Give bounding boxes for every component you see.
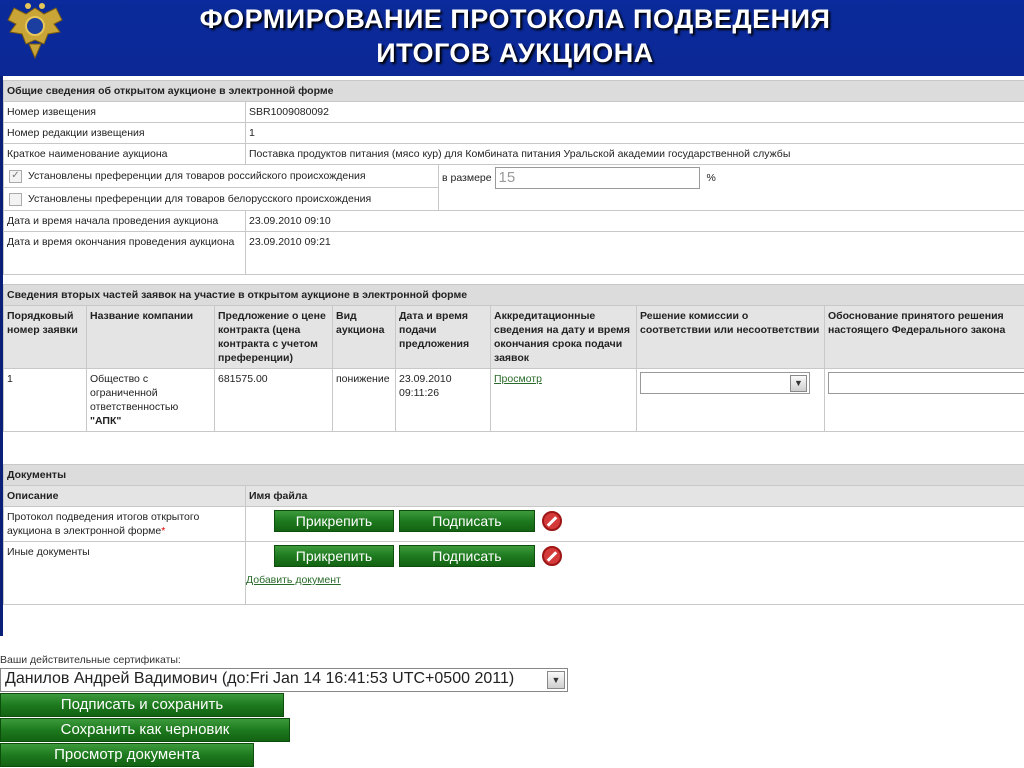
general-info-table: Общие сведения об открытом аукционе в эл…	[3, 80, 1024, 275]
attach-other-button[interactable]: Прикрепить	[274, 545, 394, 567]
certificate-select[interactable]: Данилов Андрей Вадимович (до:Fri Jan 14 …	[0, 668, 568, 692]
start-date-row: Дата и время начала проведения аукциона …	[3, 210, 1024, 232]
column-header-date: Дата и время подачи предложения	[395, 305, 491, 369]
decision-select[interactable]: ▼	[640, 372, 810, 394]
preference-belarus-label: Установлены преференции для товаров бело…	[28, 193, 372, 205]
revision-number-value: 1	[245, 122, 1024, 144]
document-row-protocol: Протокол подведения итогов открытого аук…	[3, 506, 1024, 542]
preference-size-cell: в размере 15 %	[438, 164, 1024, 211]
documents-panel: Документы Описание Имя файла Протокол по…	[2, 464, 1024, 605]
applications-heading-row: Сведения вторых частей заявок на участие…	[2, 284, 1024, 306]
column-header-type: Вид аукциона	[332, 305, 396, 369]
column-header-number: Порядковый номер заявки	[3, 305, 87, 369]
preference-size-label: в размере	[442, 171, 492, 184]
applications-heading: Сведения вторых частей заявок на участие…	[2, 284, 1024, 306]
preference-russia-row: ✓ Установлены преференции для товаров рос…	[3, 164, 1024, 211]
column-header-decision: Решение комиссии о соответствии или несо…	[636, 305, 825, 369]
preference-size-input[interactable]: 15	[494, 167, 700, 189]
auction-name-row: Краткое наименование аукциона Поставка п…	[3, 143, 1024, 165]
table-row: 1 Общество с ограниченной ответственност…	[3, 368, 1024, 432]
preference-russia-label: Установлены преференции для товаров росс…	[28, 170, 366, 182]
document-row-other: Иные документы Прикрепить Подписать Доба…	[3, 541, 1024, 605]
documents-table: Документы Описание Имя файла Протокол по…	[2, 464, 1024, 605]
column-header-description: Описание	[3, 485, 246, 507]
applications-panel: Сведения вторых частей заявок на участие…	[2, 284, 1024, 432]
sign-protocol-button[interactable]: Подписать	[398, 510, 535, 532]
form-content: Общие сведения об открытом аукционе в эл…	[0, 76, 1024, 768]
save-draft-button[interactable]: Сохранить как черновик	[0, 718, 290, 742]
document-other-actions: Прикрепить Подписать Добавить документ	[244, 541, 1024, 605]
notice-number-value: SBR1009080092	[245, 101, 1024, 123]
sign-other-button[interactable]: Подписать	[398, 545, 535, 567]
end-date-label: Дата и время окончания проведения аукцио…	[3, 231, 246, 275]
add-document-link[interactable]: Добавить документ	[246, 574, 341, 586]
start-date-value: 23.09.2010 09:10	[245, 210, 1024, 232]
end-date-value: 23.09.2010 09:21	[245, 231, 1024, 275]
document-protocol-description: Протокол подведения итогов открытого аук…	[3, 506, 246, 542]
chevron-down-icon[interactable]: ▼	[547, 671, 565, 689]
application-price: 681575.00	[214, 368, 333, 432]
add-document-container: Добавить документ	[246, 573, 1024, 601]
general-info-heading-row: Общие сведения об открытом аукционе в эл…	[3, 80, 1024, 102]
start-date-label: Дата и время начала проведения аукциона	[3, 210, 246, 232]
revision-number-label: Номер редакции извещения	[3, 122, 246, 144]
chevron-down-icon[interactable]: ▼	[790, 375, 807, 392]
application-reason-cell	[823, 368, 1024, 432]
notice-number-label: Номер извещения	[3, 101, 246, 123]
general-info-panel: Общие сведения об открытом аукционе в эл…	[3, 80, 1024, 275]
page-title: ФОРМИРОВАНИЕ ПРОТОКОЛА ПОДВЕДЕНИЯ ИТОГОВ…	[90, 2, 940, 70]
application-company: Общество с ограниченной ответственностью	[90, 373, 179, 413]
document-protocol-actions: Прикрепить Подписать	[244, 506, 1024, 542]
column-header-reason: Обоснование принятого решения настоящего…	[823, 305, 1024, 369]
column-header-filename: Имя файла	[244, 485, 1024, 507]
general-info-heading: Общие сведения об открытом аукционе в эл…	[3, 80, 1024, 102]
preference-belarus-checkbox[interactable]	[9, 192, 22, 206]
required-marker: *	[161, 525, 166, 537]
reason-input[interactable]	[828, 372, 1024, 394]
preview-document-button[interactable]: Просмотр документа	[0, 743, 254, 767]
delete-icon[interactable]	[541, 546, 562, 566]
application-company-cell: Общество с ограниченной ответственностью…	[86, 368, 215, 432]
document-protocol-label: Протокол подведения итогов открытого аук…	[7, 511, 200, 537]
slide-left-border	[0, 76, 3, 636]
documents-heading-row: Документы	[2, 464, 1024, 486]
application-date: 23.09.2010 09:11:26	[395, 368, 491, 432]
auction-name-label: Краткое наименование аукциона	[3, 143, 246, 165]
delete-icon[interactable]	[541, 511, 562, 531]
certificate-selected-value: Данилов Андрей Вадимович (до:Fri Jan 14 …	[5, 670, 515, 687]
application-company-name: "АПК"	[90, 415, 122, 427]
document-other-buttons: Прикрепить Подписать	[246, 545, 1024, 567]
column-header-price: Предложение о цене контракта (цена контр…	[214, 305, 333, 369]
notice-number-row: Номер извещения SBR1009080092	[3, 101, 1024, 123]
application-accreditation-cell: Просмотр	[490, 368, 637, 432]
preference-belarus-cell: Установлены преференции для товаров бело…	[3, 187, 439, 211]
application-decision-cell: ▼	[636, 368, 825, 432]
eagle-emblem-icon	[2, 0, 68, 66]
preference-russia-checkbox[interactable]: ✓	[9, 169, 22, 183]
application-number: 1	[3, 368, 87, 432]
revision-number-row: Номер редакции извещения 1	[3, 122, 1024, 144]
attach-protocol-button[interactable]: Прикрепить	[274, 510, 394, 532]
preference-russia-cell: ✓ Установлены преференции для товаров рос…	[3, 164, 439, 188]
end-date-row: Дата и время окончания проведения аукцио…	[3, 231, 1024, 275]
column-header-company: Название компании	[86, 305, 215, 369]
view-accreditation-link[interactable]: Просмотр	[494, 373, 542, 385]
title-line-1: ФОРМИРОВАНИЕ ПРОТОКОЛА ПОДВЕДЕНИЯ	[199, 4, 831, 34]
title-line-2: ИТОГОВ АУКЦИОНА	[376, 38, 654, 68]
auction-name-value: Поставка продуктов питания (мясо кур) дл…	[245, 143, 1024, 165]
applications-table: Сведения вторых частей заявок на участие…	[2, 284, 1024, 432]
document-other-description: Иные документы	[3, 541, 246, 605]
slide-header: ФОРМИРОВАНИЕ ПРОТОКОЛА ПОДВЕДЕНИЯ ИТОГОВ…	[0, 0, 1024, 76]
documents-heading: Документы	[2, 464, 1024, 486]
preference-unit: %	[706, 171, 716, 184]
sign-and-save-button[interactable]: Подписать и сохранить	[0, 693, 284, 717]
certificates-label: Ваши действительные сертификаты:	[0, 654, 181, 666]
documents-column-header-row: Описание Имя файла	[3, 485, 1024, 507]
column-header-accreditation: Аккредитационные сведения на дату и врем…	[490, 305, 637, 369]
applications-column-header-row: Порядковый номер заявки Название компани…	[3, 305, 1024, 369]
application-type: понижение	[332, 368, 396, 432]
